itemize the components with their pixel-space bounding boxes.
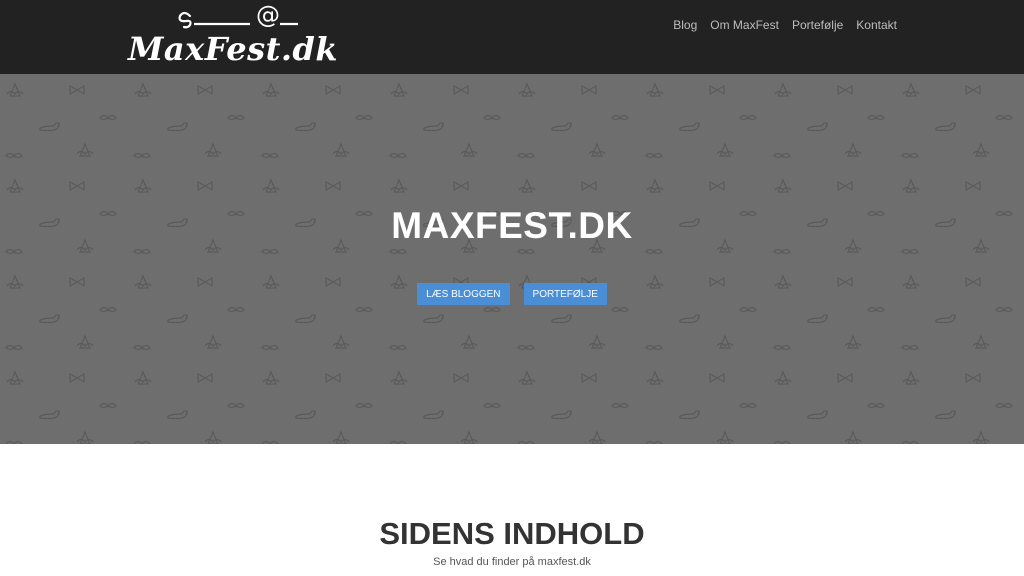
hero-doodle-pattern (0, 74, 1024, 444)
nav-item-kontakt[interactable]: Kontakt (856, 18, 897, 32)
section-subtitle: Se hvad du finder på maxfest.dk (433, 556, 591, 568)
read-blog-button[interactable]: LÆS BLOGGEN (417, 283, 510, 305)
hero-title: MAXFEST.DK (391, 205, 633, 246)
logo-wordmark: MaxFest.dk (128, 30, 339, 68)
main-nav: Blog Om MaxFest Portefølje Kontakt (673, 18, 897, 32)
nav-item-portfolio[interactable]: Portefølje (792, 18, 843, 32)
nav-item-om-maxfest[interactable]: Om MaxFest (710, 18, 779, 32)
svg-text:@: @ (256, 1, 280, 29)
site-logo[interactable]: @ MaxFest.dk (122, 0, 338, 74)
hero-banner: MAXFEST.DK LÆS BLOGGEN PORTEFØLJE (0, 74, 1024, 444)
nav-item-blog[interactable]: Blog (673, 18, 697, 32)
hero-button-group: LÆS BLOGGEN PORTEFØLJE (0, 283, 1024, 305)
section-title: SIDENS INDHOLD (379, 516, 645, 551)
portfolio-button[interactable]: PORTEFØLJE (523, 283, 607, 305)
top-navbar: @ MaxFest.dk Blog Om MaxFest Portefølje … (0, 0, 1024, 74)
